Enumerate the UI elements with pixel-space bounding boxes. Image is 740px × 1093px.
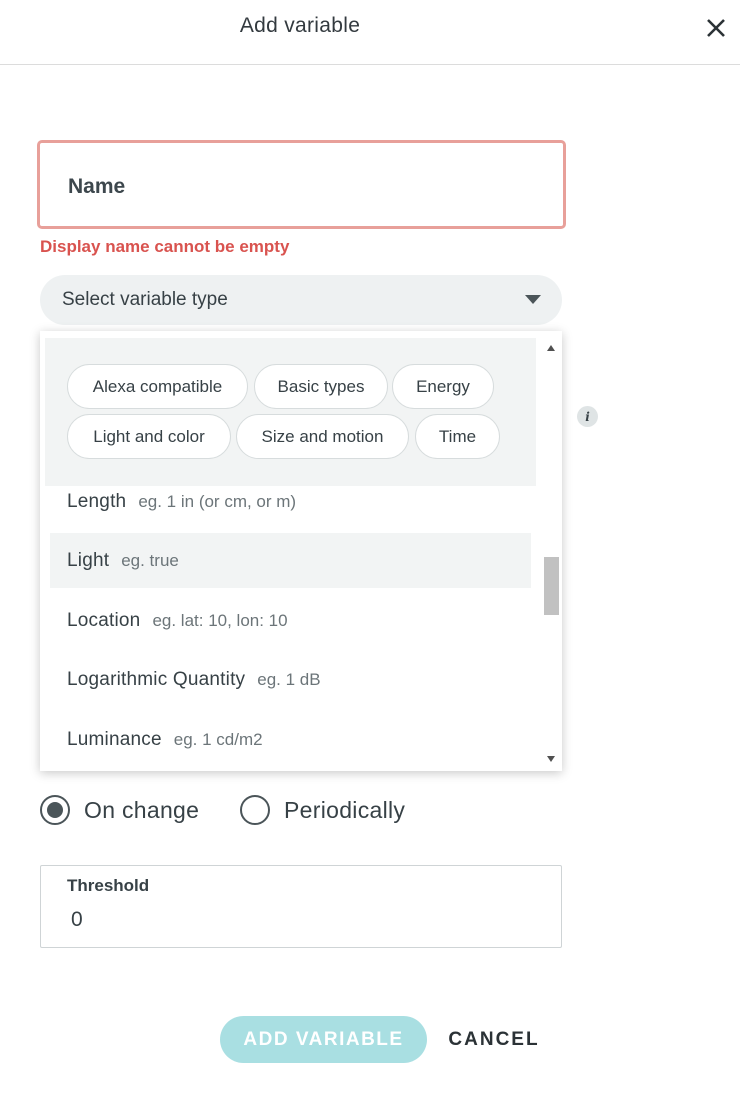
scroll-down-arrow-icon[interactable] (547, 756, 555, 762)
radio-on-change-label: On change (84, 796, 200, 823)
name-input[interactable] (68, 173, 528, 201)
option-example: eg. true (121, 550, 179, 570)
option-example: eg. 1 cd/m2 (173, 729, 263, 749)
variable-type-select-label: Select variable type (62, 289, 228, 310)
name-error-message: Display name cannot be empty (40, 237, 290, 256)
threshold-input[interactable] (71, 906, 521, 934)
option-example: eg. 1 in (or cm, or m) (138, 491, 297, 511)
option-name: Length (67, 490, 127, 512)
chevron-down-icon (525, 295, 541, 304)
scroll-up-arrow-icon[interactable] (547, 345, 555, 351)
add-variable-button[interactable]: ADD VARIABLE (220, 1016, 427, 1063)
info-icon[interactable]: i (577, 406, 598, 427)
option-example: eg. 1 dB (257, 669, 321, 689)
option-location[interactable]: Location eg. lat: 10, lon: 10 (50, 593, 531, 648)
radio-on-change-circle[interactable] (40, 795, 70, 825)
chip-alexa-compatible[interactable]: Alexa compatible (67, 364, 248, 409)
scrollbar-thumb[interactable] (544, 557, 559, 615)
threshold-label: Threshold (67, 876, 150, 895)
radio-periodically[interactable]: Periodically (240, 794, 405, 826)
name-field (37, 140, 566, 229)
category-filter-panel: Alexa compatible Basic types Energy Ligh… (45, 338, 536, 486)
radio-periodically-label: Periodically (284, 796, 406, 823)
dialog-header: Add variable (0, 0, 740, 65)
close-icon[interactable] (700, 12, 732, 44)
cancel-button[interactable]: CANCEL (437, 1016, 551, 1063)
option-name: Light (67, 549, 110, 571)
radio-on-change[interactable]: On change (40, 794, 199, 826)
option-example: eg. lat: 10, lon: 10 (152, 610, 288, 630)
option-name: Location (67, 609, 141, 631)
option-luminance[interactable]: Luminance eg. 1 cd/m2 (50, 712, 531, 767)
radio-periodically-circle[interactable] (240, 795, 270, 825)
chip-basic-types[interactable]: Basic types (254, 364, 388, 409)
option-logarithmic-quantity[interactable]: Logarithmic Quantity eg. 1 dB (50, 652, 531, 707)
chip-time[interactable]: Time (415, 414, 500, 459)
option-light[interactable]: Light eg. true (50, 533, 531, 588)
chip-energy[interactable]: Energy (392, 364, 494, 409)
threshold-field: Threshold (40, 865, 562, 948)
variable-type-dropdown: Alexa compatible Basic types Energy Ligh… (40, 331, 562, 771)
option-name: Logarithmic Quantity (67, 668, 246, 690)
chip-light-and-color[interactable]: Light and color (67, 414, 231, 459)
dialog-title: Add variable (239, 14, 361, 37)
chip-size-and-motion[interactable]: Size and motion (236, 414, 409, 459)
option-name: Luminance (67, 728, 162, 750)
option-length[interactable]: Length eg. 1 in (or cm, or m) (50, 474, 531, 529)
dropdown-scrollbar[interactable] (541, 331, 562, 771)
variable-type-select[interactable]: Select variable type (40, 275, 562, 325)
